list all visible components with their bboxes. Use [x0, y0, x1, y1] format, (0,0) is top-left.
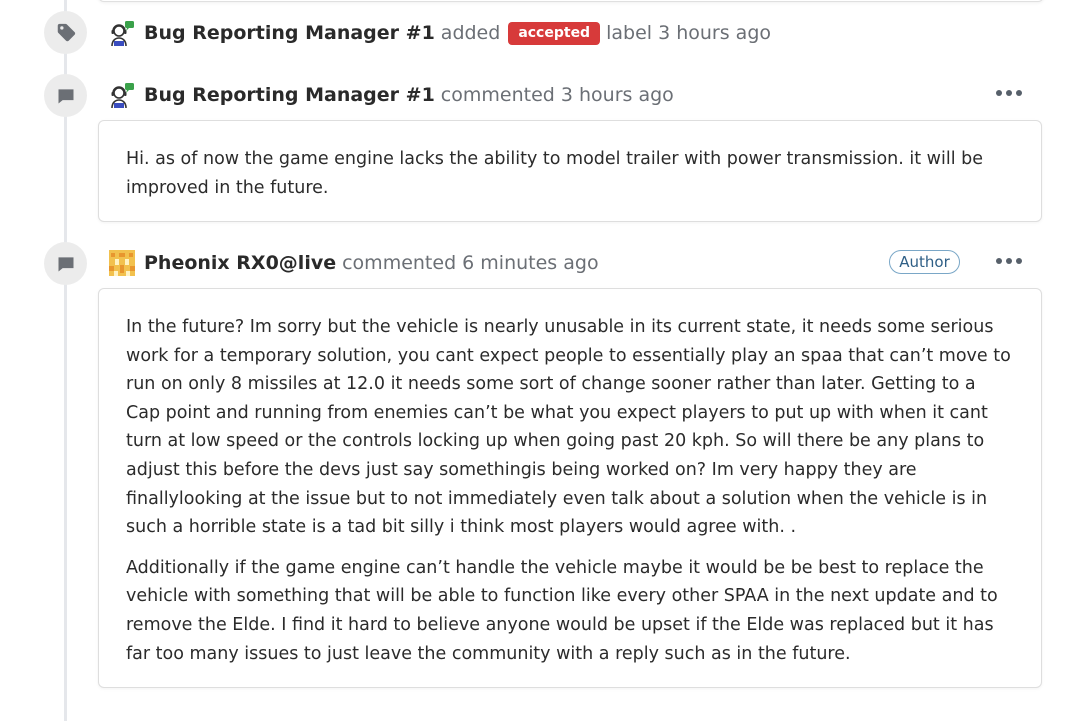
comment-author-name[interactable]: Bug Reporting Manager #1: [144, 84, 435, 106]
more-options-icon[interactable]: [996, 256, 1022, 266]
event-action-text: added: [440, 22, 501, 44]
issue-timeline: Bug Reporting Manager #1 added accepted …: [0, 0, 1080, 721]
comment-event-badge: [44, 74, 87, 117]
event-suffix-text: label 3 hours ago: [606, 22, 771, 44]
comment-card: Hi. as of now the game engine lacks the …: [98, 120, 1042, 222]
pixel-avatar-icon: [109, 250, 135, 276]
comment-header: Pheonix RX0@live commented 6 minutes ago: [108, 248, 599, 278]
label-event-badge: [44, 11, 87, 54]
previous-comment-card-edge: [98, 0, 1044, 2]
comment-event-badge: [44, 242, 87, 285]
comment-header: Bug Reporting Manager #1 commented 3 hou…: [108, 80, 674, 110]
comment-author-name[interactable]: Pheonix RX0@live: [144, 252, 336, 274]
tag-icon: [57, 23, 75, 41]
bug-manager-avatar-icon: [111, 21, 134, 47]
comment-meta[interactable]: commented 6 minutes ago: [342, 252, 598, 274]
comment-body-paragraph: Additionally if the game engine can’t ha…: [126, 557, 998, 664]
comment-body-paragraph: Hi. as of now the game engine lacks the …: [126, 149, 983, 198]
author-role-badge: Author: [889, 250, 960, 274]
more-options-icon[interactable]: [996, 88, 1022, 98]
accepted-label-badge[interactable]: accepted: [508, 21, 601, 45]
comment-icon: [58, 256, 73, 271]
avatar[interactable]: [108, 81, 136, 109]
label-event-header: Bug Reporting Manager #1 added accepted …: [108, 18, 771, 48]
comment-body-paragraph: In the future? Im sorry but the vehicle …: [126, 317, 1011, 538]
avatar[interactable]: [108, 19, 136, 47]
bug-manager-avatar-icon: [111, 83, 134, 109]
avatar[interactable]: [108, 249, 136, 277]
comment-icon: [58, 88, 73, 103]
event-actor-name[interactable]: Bug Reporting Manager #1: [144, 22, 435, 44]
comment-card: In the future? Im sorry but the vehicle …: [98, 288, 1042, 688]
comment-meta[interactable]: commented 3 hours ago: [441, 84, 674, 106]
